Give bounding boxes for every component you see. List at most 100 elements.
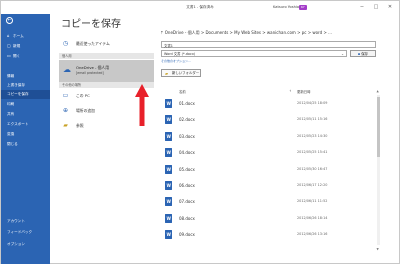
- file-row[interactable]: 07.docx 2012/06/11 11:52: [161, 194, 376, 210]
- file-row[interactable]: 05.docx 2012/05/30 16:47: [161, 162, 376, 178]
- word-window: 文書1 - 保存済み Katsuro Yoshio KY − □ ✕ ← ⌂ ホー…: [0, 0, 400, 264]
- nav-save-copy[interactable]: コピーを保存: [1, 90, 50, 99]
- file-row[interactable]: 09.docx 2012/06/26 13:16: [161, 227, 376, 243]
- file-name: 03.docx: [179, 133, 195, 139]
- nav-print[interactable]: 印刷: [1, 100, 50, 109]
- save-icon: ▪: [357, 52, 361, 56]
- file-name: 06.docx: [179, 183, 195, 188]
- nav-export-label: エクスポート: [7, 122, 29, 126]
- column-header-date[interactable]: 更新日時: [297, 89, 311, 94]
- location-recent[interactable]: ◷ 最近使ったアイテム: [59, 39, 154, 48]
- file-name-input[interactable]: 文書1: [161, 41, 376, 48]
- cloud-icon: ☁: [63, 65, 71, 74]
- file-row[interactable]: 01.docx 2012/04/25 18:09: [161, 96, 376, 112]
- word-doc-icon: [165, 197, 172, 207]
- clock-icon: ◷: [62, 40, 69, 47]
- more-options-link[interactable]: その他のオプション...: [161, 59, 191, 63]
- nav-transform[interactable]: 変換: [1, 130, 50, 139]
- scroll-down-icon[interactable]: ▼: [377, 247, 379, 251]
- folder-path-text: OneDrive - 個人用 > Documents > My Web Site…: [164, 30, 332, 35]
- up-folder-icon[interactable]: ⤒: [161, 30, 163, 35]
- file-date: 2012/06/26 13:16: [297, 232, 328, 237]
- word-doc-icon: [165, 181, 172, 190]
- save-button[interactable]: ▪ 保存: [350, 50, 376, 57]
- maximize-icon[interactable]: □: [371, 4, 381, 10]
- nav-feedback-label: フィードバック: [7, 230, 33, 234]
- file-name: 07.docx: [179, 199, 195, 205]
- new-folder-icon: ▰: [165, 71, 169, 76]
- nav-export[interactable]: エクスポート: [1, 120, 50, 129]
- new-doc-icon: ▢: [7, 43, 11, 48]
- computer-icon: ▭: [62, 92, 69, 99]
- scrollbar-thumb[interactable]: [377, 97, 380, 157]
- nav-feedback[interactable]: フィードバック: [1, 228, 50, 237]
- nav-new[interactable]: ▢ 新規: [1, 41, 50, 50]
- file-row[interactable]: 06.docx 2012/06/17 12:20: [161, 178, 376, 194]
- word-doc-icon: [165, 164, 172, 174]
- nav-save-copy-label: コピーを保存: [7, 92, 29, 96]
- backstage-nav: ← ⌂ ホーム ▢ 新規 ▭ 開く 情報 上書き保存 コピーを保存 印刷 共有 エクス…: [1, 14, 50, 264]
- file-date: 2012/05/25 15:41: [297, 150, 328, 155]
- file-type-select[interactable]: Word 文書 (*.docx) ⌄: [161, 50, 347, 57]
- file-date: 2012/05/11 15:16: [297, 117, 328, 122]
- file-row[interactable]: 08.docx 2012/06/26 18:14: [161, 211, 376, 227]
- word-doc-icon: [165, 115, 172, 125]
- sort-ascending-icon[interactable]: ↑: [289, 89, 292, 93]
- folder-icon: ▭: [7, 53, 11, 58]
- location-onedrive[interactable]: ☁ OneDrive - 個人用 [email protected]: [59, 60, 154, 82]
- file-name: 05.docx: [179, 166, 195, 172]
- nav-close[interactable]: 閉じる: [1, 140, 50, 149]
- file-date: 2012/06/26 18:14: [297, 215, 328, 220]
- word-doc-icon: [165, 99, 172, 108]
- file-type-value: Word 文書 (*.docx): [164, 52, 196, 56]
- onedrive-email: [email protected]: [76, 71, 104, 75]
- file-name: 08.docx: [179, 215, 195, 221]
- nav-home[interactable]: ⌂ ホーム: [1, 31, 50, 40]
- file-name-value: 文書1: [164, 44, 173, 48]
- new-folder-label: 新しいフォルダー: [172, 71, 200, 75]
- minimize-icon[interactable]: −: [357, 4, 367, 10]
- file-name: 09.docx: [179, 232, 195, 238]
- document-title: 文書1 - 保存済み: [186, 5, 214, 9]
- folder-path[interactable]: ⤒ OneDrive - 個人用 > Documents > My Web Sit…: [161, 30, 332, 36]
- location-recent-label: 最近使ったアイテム: [76, 41, 110, 46]
- file-name: 04.docx: [179, 150, 195, 156]
- nav-print-label: 印刷: [7, 102, 15, 106]
- location-add-place-label: 場所の追加: [76, 108, 95, 113]
- back-arrow-icon[interactable]: ←: [6, 17, 13, 24]
- location-this-pc-label: この PC: [76, 93, 90, 98]
- file-date: 2012/06/11 11:52: [297, 199, 328, 204]
- file-date: 2012/04/25 18:09: [297, 101, 328, 105]
- nav-open[interactable]: ▭ 開く: [1, 51, 50, 60]
- close-icon[interactable]: ✕: [385, 4, 395, 10]
- nav-account[interactable]: アカウント: [1, 217, 50, 226]
- location-browse-label: 参照: [76, 123, 84, 128]
- annotation-arrow-icon: [135, 84, 149, 126]
- page-title: コピーを保存: [61, 19, 121, 30]
- user-name[interactable]: Katsuro Yoshio: [273, 5, 299, 9]
- nav-save[interactable]: 上書き保存: [1, 81, 50, 90]
- scroll-up-icon[interactable]: ▲: [377, 89, 379, 93]
- nav-share[interactable]: 共有: [1, 110, 50, 119]
- new-folder-button[interactable]: ▰ 新しいフォルダー: [161, 69, 201, 77]
- nav-options[interactable]: オプション: [1, 240, 50, 249]
- file-name: 02.docx: [179, 117, 195, 123]
- file-name: 01.docx: [179, 101, 195, 106]
- file-row[interactable]: 02.docx 2012/05/11 15:16: [161, 112, 376, 128]
- file-row[interactable]: 04.docx 2012/05/25 15:41: [161, 145, 376, 161]
- nav-close-label: 閉じる: [7, 142, 18, 146]
- title-bar: 文書1 - 保存済み Katsuro Yoshio KY − □ ✕: [1, 1, 399, 14]
- file-row[interactable]: 03.docx 2012/05/23 14:30: [161, 129, 376, 145]
- chevron-down-icon: ⌄: [341, 52, 344, 56]
- globe-icon: ⊕: [62, 107, 69, 114]
- user-badge[interactable]: KY: [299, 4, 307, 10]
- nav-open-label: 開く: [13, 54, 21, 58]
- nav-account-label: アカウント: [7, 219, 25, 223]
- word-doc-icon: [165, 230, 172, 240]
- column-header-name[interactable]: 名前: [179, 89, 186, 94]
- nav-info[interactable]: 情報: [1, 72, 50, 81]
- folder-icon: ▰: [63, 122, 68, 129]
- file-date: 2012/05/23 14:30: [297, 133, 328, 138]
- file-date: 2012/06/17 12:20: [297, 183, 328, 187]
- word-doc-icon: [165, 131, 172, 141]
